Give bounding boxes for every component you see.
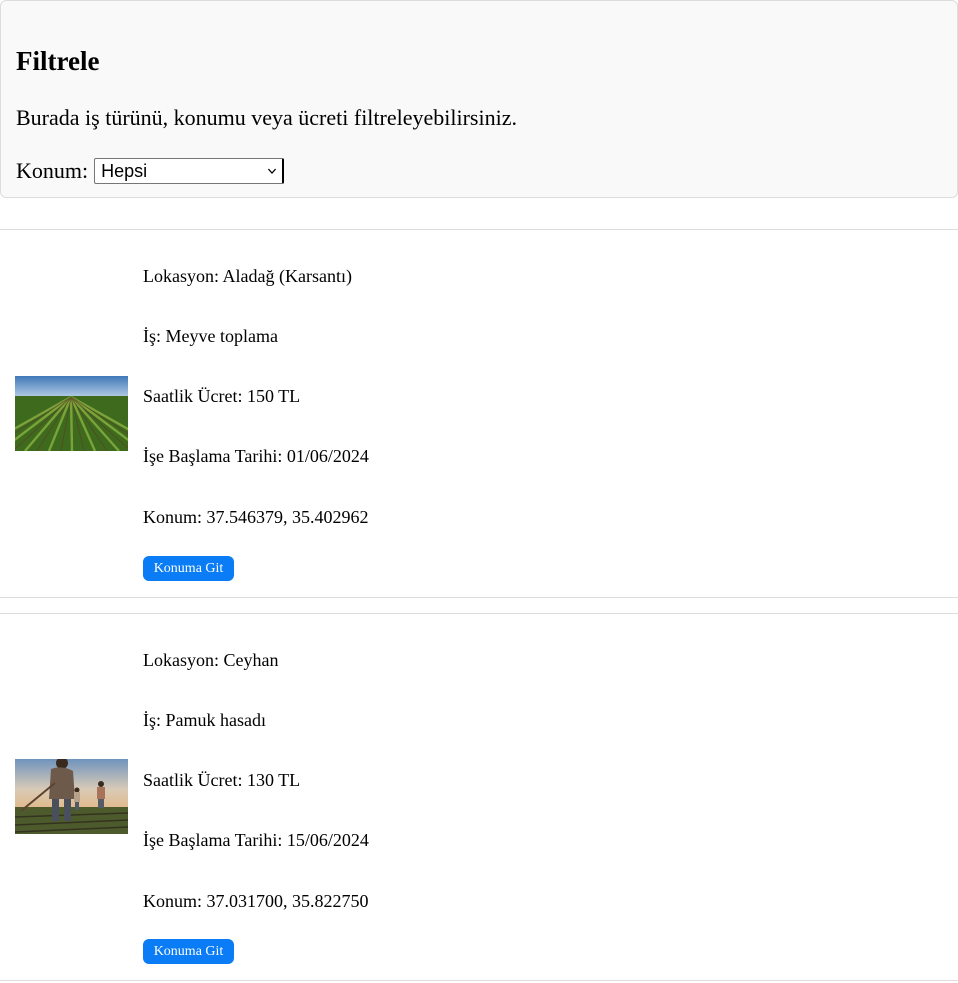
job-type: İş: Meyve toplama [143,326,278,346]
job-card: Lokasyon: Aladağ (Karsantı) İş: Meyve to… [0,229,958,598]
job-location: Lokasyon: Aladağ (Karsantı) [143,266,352,286]
job-wage: Saatlik Ücret: 130 TL [143,770,301,790]
location-filter-label: Konum: [16,158,89,183]
filter-panel: Filtrele Burada iş türünü, konumu veya ü… [0,0,958,198]
filter-description: Burada iş türünü, konumu veya ücreti fil… [16,105,517,130]
chevron-down-icon [268,168,277,174]
crop-field-image [15,376,128,451]
location-select[interactable]: Hepsi [94,158,285,184]
farm-workers-image [15,759,128,834]
filter-title: Filtrele [16,46,100,76]
job-location: Lokasyon: Ceyhan [143,650,279,670]
job-type: İş: Pamuk hasadı [143,710,266,730]
location-filter-row: Konum: Hepsi [16,157,285,185]
go-to-location-button[interactable]: Konuma Git [143,556,234,581]
job-coordinates: Konum: 37.031700, 35.822750 [143,891,369,911]
job-start-date: İşe Başlama Tarihi: 01/06/2024 [143,446,369,466]
job-wage: Saatlik Ücret: 150 TL [143,386,301,406]
go-to-location-button[interactable]: Konuma Git [143,939,234,964]
job-coordinates: Konum: 37.546379, 35.402962 [143,507,369,527]
job-start-date: İşe Başlama Tarihi: 15/06/2024 [143,830,369,850]
location-select-value: Hepsi [101,161,148,181]
job-card: Lokasyon: Ceyhan İş: Pamuk hasadı Saatli… [0,613,958,981]
